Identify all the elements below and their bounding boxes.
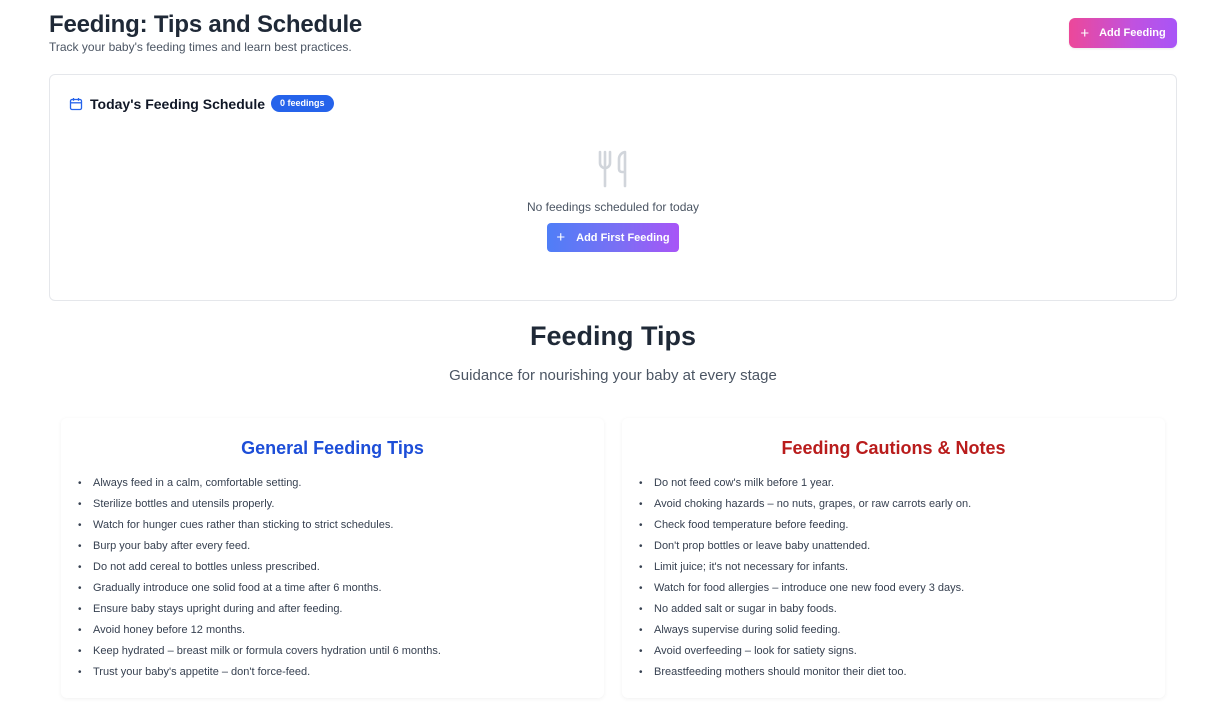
list-item: Avoid choking hazards – no nuts, grapes,… <box>639 497 1165 518</box>
list-item: Avoid honey before 12 months. <box>78 623 604 644</box>
feeding-tips-heading: Feeding Tips Guidance for nourishing you… <box>0 320 1218 384</box>
add-feeding-label: Add Feeding <box>1099 27 1166 39</box>
cautions-card: Feeding Cautions & Notes Do not feed cow… <box>622 418 1165 698</box>
tips-title: Feeding Tips <box>529 321 697 351</box>
list-item: Watch for hunger cues rather than sticki… <box>78 518 604 539</box>
list-item: Always feed in a calm, comfortable setti… <box>78 476 604 497</box>
list-item: Keep hydrated – breast milk or formula c… <box>78 644 604 665</box>
list-item: Trust your baby's appetite – don't force… <box>78 665 604 686</box>
page-subtitle: Track your baby's feeding times and lear… <box>49 40 352 54</box>
list-item: Don't prop bottles or leave baby unatten… <box>639 539 1165 560</box>
cautions-title: Feeding Cautions & Notes <box>781 438 1006 458</box>
list-item: Check food temperature before feeding. <box>639 518 1165 539</box>
add-first-feeding-label: Add First Feeding <box>576 231 670 244</box>
plus-icon: + <box>556 229 566 246</box>
empty-state-text: No feedings scheduled for today <box>526 200 700 214</box>
tips-subtitle: Guidance for nourishing your baby at eve… <box>449 367 777 384</box>
feedings-count-badge: 0 feedings <box>271 95 334 112</box>
general-tips-card: General Feeding Tips Always feed in a ca… <box>61 418 604 698</box>
list-item: Burp your baby after every feed. <box>78 539 604 560</box>
add-feeding-button[interactable]: + Add Feeding <box>1069 18 1177 48</box>
list-item: Gradually introduce one solid food at a … <box>78 581 604 602</box>
plus-icon: + <box>1080 24 1090 42</box>
schedule-title: Today's Feeding Schedule <box>90 95 265 112</box>
general-tips-title: General Feeding Tips <box>241 438 424 458</box>
list-item: Do not add cereal to bottles unless pres… <box>78 560 604 581</box>
list-item: No added salt or sugar in baby foods. <box>639 602 1165 623</box>
page-title: Feeding: Tips and Schedule <box>49 11 363 38</box>
empty-state: No feedings scheduled for today + Add Fi… <box>50 150 1176 252</box>
utensils-icon <box>596 150 630 188</box>
list-item: Limit juice; it's not necessary for infa… <box>639 560 1165 581</box>
feeding-schedule-card: Today's Feeding Schedule 0 feedings No f… <box>49 74 1177 301</box>
list-item: Ensure baby stays upright during and aft… <box>78 602 604 623</box>
list-item: Do not feed cow's milk before 1 year. <box>639 476 1165 497</box>
schedule-header: Today's Feeding Schedule 0 feedings <box>69 95 334 112</box>
list-item: Sterilize bottles and utensils properly. <box>78 497 604 518</box>
calendar-icon <box>69 97 83 111</box>
add-first-feeding-button[interactable]: + Add First Feeding <box>547 223 679 252</box>
list-item: Breastfeeding mothers should monitor the… <box>639 665 1165 686</box>
general-tips-list: Always feed in a calm, comfortable setti… <box>61 476 604 686</box>
cautions-list: Do not feed cow's milk before 1 year. Av… <box>622 476 1165 686</box>
list-item: Always supervise during solid feeding. <box>639 623 1165 644</box>
list-item: Watch for food allergies – introduce one… <box>639 581 1165 602</box>
list-item: Avoid overfeeding – look for satiety sig… <box>639 644 1165 665</box>
page-header: Feeding: Tips and Schedule Track your ba… <box>49 11 1177 55</box>
